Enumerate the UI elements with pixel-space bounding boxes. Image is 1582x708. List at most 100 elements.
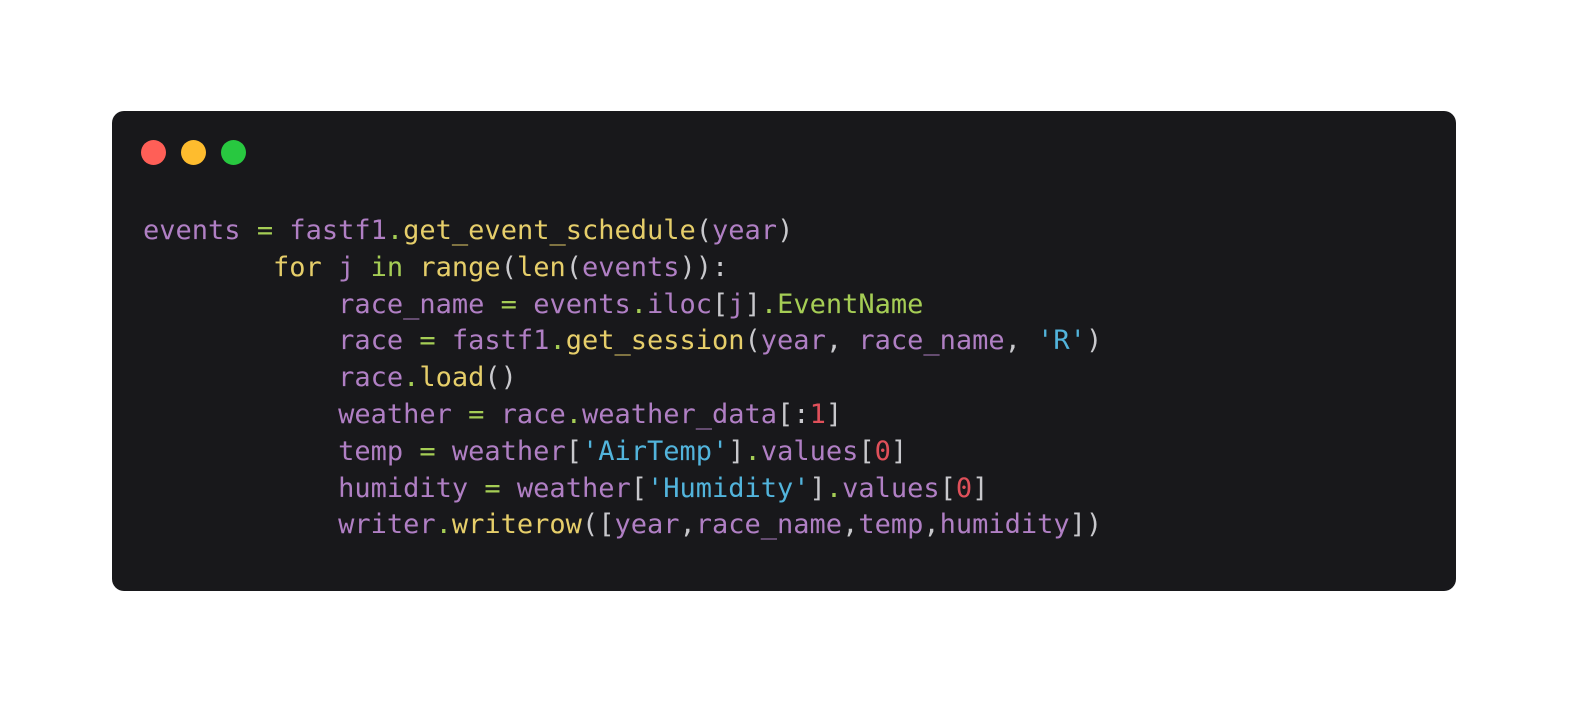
code-token: .EventName bbox=[760, 288, 924, 320]
code-token: . bbox=[435, 509, 452, 541]
code-token: iloc bbox=[647, 288, 713, 320]
code-token: 0 bbox=[874, 435, 891, 467]
code-token: events bbox=[143, 215, 241, 246]
code-token: weather bbox=[338, 398, 452, 430]
code-token: ( bbox=[565, 251, 582, 283]
code-token: humidity bbox=[939, 509, 1070, 541]
code-token: , bbox=[1004, 325, 1038, 357]
code-token: , bbox=[679, 509, 696, 541]
code-token: = bbox=[419, 435, 436, 467]
code-token: ] bbox=[744, 288, 761, 320]
code-token: . bbox=[630, 288, 647, 320]
code-token: 'Humidity' bbox=[646, 472, 810, 504]
code-token: = bbox=[419, 325, 436, 357]
code-token: load bbox=[419, 362, 485, 394]
code-token: year bbox=[712, 215, 778, 246]
code-token: ]) bbox=[1069, 509, 1103, 541]
code-token: weather_data bbox=[581, 398, 778, 430]
code-token: )): bbox=[679, 251, 729, 283]
code-token: year bbox=[614, 509, 680, 541]
code-token: fastf1 bbox=[451, 325, 550, 357]
code-token: = bbox=[484, 472, 501, 504]
code-line: temp = weather['AirTemp'].values[0] bbox=[143, 434, 1102, 471]
code-token: [ bbox=[939, 472, 956, 504]
code-token: fastf1 bbox=[289, 215, 387, 246]
close-button[interactable] bbox=[141, 140, 166, 165]
code-token: ( bbox=[744, 325, 761, 357]
code-token: = bbox=[256, 215, 274, 246]
code-token: 0 bbox=[955, 472, 973, 504]
code-line: humidity = weather['Humidity'].values[0] bbox=[143, 471, 1102, 508]
code-token: race_name bbox=[695, 509, 843, 541]
minimize-button[interactable] bbox=[181, 140, 206, 165]
code-line: weather = race.weather_data[:1] bbox=[143, 397, 1102, 434]
code-token: weather bbox=[516, 472, 631, 504]
code-token: for bbox=[273, 251, 322, 283]
code-token: race bbox=[338, 362, 404, 394]
code-token: values bbox=[842, 472, 940, 504]
code-token: range bbox=[419, 251, 501, 283]
code-token: [ bbox=[565, 435, 582, 467]
code-token: weather bbox=[451, 435, 566, 467]
code-token: get_session bbox=[565, 325, 745, 357]
code-token: . bbox=[386, 215, 404, 246]
code-token: , bbox=[842, 509, 859, 541]
code-token: events bbox=[533, 288, 631, 320]
code-window: events = fastf1.get_event_schedule(year)… bbox=[112, 111, 1456, 591]
code-token: . bbox=[744, 435, 761, 467]
code-token: writerow bbox=[451, 509, 582, 541]
code-token: temp bbox=[858, 509, 924, 541]
code-line: events = fastf1.get_event_schedule(year) bbox=[143, 213, 1102, 250]
code-token: get_event_schedule bbox=[403, 215, 696, 246]
code-token: ] bbox=[890, 435, 908, 467]
maximize-button[interactable] bbox=[221, 140, 246, 165]
code-token: [ bbox=[858, 435, 875, 467]
code-token: , bbox=[923, 509, 940, 541]
code-token: j bbox=[728, 288, 745, 320]
code-token: [: bbox=[777, 398, 810, 430]
code-token: race_name bbox=[858, 325, 1005, 357]
code-token: ) bbox=[777, 215, 794, 246]
code-token: ) bbox=[1085, 325, 1103, 357]
code-line: writer.writerow([year,race_name,temp,hum… bbox=[143, 507, 1102, 544]
code-token: race bbox=[500, 398, 566, 430]
code-token: ( bbox=[500, 251, 517, 283]
code-token: j bbox=[338, 251, 355, 283]
code-token: () bbox=[484, 362, 517, 394]
code-token: . bbox=[565, 398, 582, 430]
code-token: 1 bbox=[809, 398, 826, 430]
code-token: ( bbox=[695, 215, 713, 246]
code-token: events bbox=[582, 251, 680, 283]
code-block: events = fastf1.get_event_schedule(year)… bbox=[143, 213, 1102, 544]
code-token: [ bbox=[630, 472, 647, 504]
code-token: humidity bbox=[338, 472, 469, 504]
code-token: = bbox=[468, 398, 485, 430]
code-token: race bbox=[338, 325, 404, 357]
code-line: for j in range(len(events)): bbox=[143, 250, 1102, 287]
code-token: ] bbox=[809, 472, 826, 504]
code-token: race_name bbox=[338, 288, 485, 320]
code-token: ] bbox=[825, 398, 843, 430]
code-token: . bbox=[403, 362, 420, 394]
code-token: writer bbox=[338, 509, 436, 541]
code-token: ] bbox=[728, 435, 745, 467]
code-line: race = fastf1.get_session(year, race_nam… bbox=[143, 323, 1102, 360]
code-token: ([ bbox=[581, 509, 615, 541]
